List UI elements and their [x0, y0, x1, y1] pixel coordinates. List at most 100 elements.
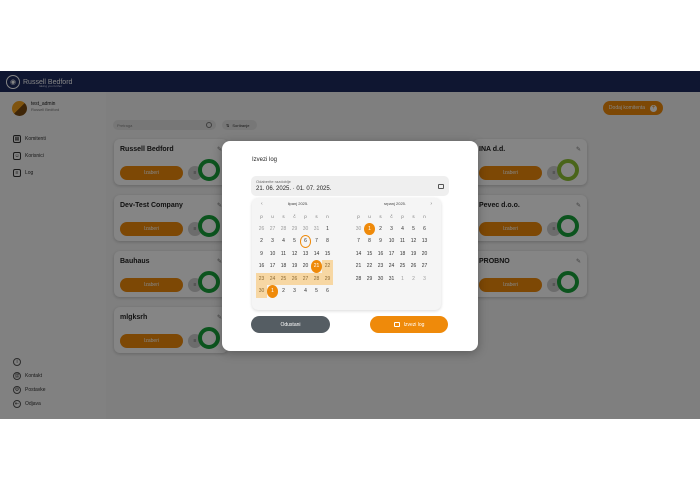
day-cell[interactable]: 20	[419, 248, 430, 261]
day-cell[interactable]: 4	[278, 235, 289, 248]
weekday-label: s	[315, 213, 318, 219]
day-cell[interactable]: 26	[408, 260, 419, 273]
weekday-label: p	[357, 213, 360, 219]
day-cell[interactable]: 30	[353, 223, 364, 236]
date-range-label: Odaberite razdoblje	[256, 179, 291, 184]
day-cell[interactable]: 4	[397, 223, 408, 236]
day-cell[interactable]: 3	[289, 285, 300, 298]
day-cell[interactable]: 3	[419, 273, 430, 286]
day-cell[interactable]: 7	[353, 235, 364, 248]
day-cell-in-range[interactable]: 22	[322, 260, 333, 273]
day-cell[interactable]: 10	[267, 248, 278, 261]
day-cell[interactable]: 14	[353, 248, 364, 261]
day-cell-in-range[interactable]: 26	[289, 272, 300, 285]
day-cell[interactable]: 6	[322, 285, 333, 298]
day-cell[interactable]: 7	[311, 235, 322, 248]
month-july: srpanj 2025. › p u s č p s n 30 1 2 3 4 …	[353, 198, 437, 285]
day-cell[interactable]: 12	[289, 248, 300, 261]
weekday-label: č	[390, 213, 393, 219]
day-cell[interactable]: 17	[267, 260, 278, 273]
day-cell[interactable]: 19	[408, 248, 419, 261]
chevron-right-icon[interactable]: ›	[430, 198, 432, 210]
export-log-modal: Izvezi log Odaberite razdoblje 21. 06. 2…	[222, 141, 478, 351]
day-cell[interactable]: 3	[267, 235, 278, 248]
day-cell[interactable]: 5	[289, 235, 300, 248]
day-cell-in-range[interactable]: 23	[256, 272, 267, 285]
day-cell[interactable]: 2	[375, 223, 386, 236]
day-cell[interactable]: 9	[256, 248, 267, 261]
modal-title: Izvezi log	[252, 157, 278, 163]
weekday-label: p	[401, 213, 404, 219]
day-cell[interactable]: 17	[386, 248, 397, 261]
day-cell[interactable]: 5	[311, 285, 322, 298]
calendar-grid: p u s č p s n 26 27 28 29 30 31 1 2 3 4 …	[256, 210, 340, 298]
day-cell[interactable]: 26	[256, 223, 267, 236]
day-cell[interactable]: 18	[278, 260, 289, 273]
day-cell[interactable]: 4	[300, 285, 311, 298]
day-cell-in-range[interactable]: 25	[278, 272, 289, 285]
day-cell[interactable]: 15	[364, 248, 375, 261]
month-header: srpanj 2025. ›	[353, 198, 437, 210]
day-cell-in-range[interactable]: 28	[311, 272, 322, 285]
day-cell-range-start[interactable]: 21	[311, 260, 322, 273]
cancel-label: Odustani	[280, 321, 301, 328]
day-cell-in-range[interactable]: 27	[300, 272, 311, 285]
day-cell[interactable]: 1	[322, 223, 333, 236]
day-cell-range-end[interactable]: 1	[267, 285, 278, 298]
day-cell[interactable]: 9	[375, 235, 386, 248]
day-cell[interactable]: 16	[256, 260, 267, 273]
day-cell[interactable]: 31	[311, 223, 322, 236]
day-cell[interactable]: 30	[300, 223, 311, 236]
day-cell-range-end[interactable]: 1	[364, 222, 375, 235]
export-log-button[interactable]: Izvezi log	[370, 316, 448, 333]
day-cell-in-range[interactable]: 30	[256, 285, 267, 298]
day-cell[interactable]: 14	[311, 248, 322, 261]
day-cell[interactable]: 22	[364, 260, 375, 273]
day-cell[interactable]: 24	[386, 260, 397, 273]
day-cell[interactable]: 30	[375, 273, 386, 286]
day-cell[interactable]: 18	[397, 248, 408, 261]
day-cell[interactable]: 23	[375, 260, 386, 273]
day-cell[interactable]: 10	[386, 235, 397, 248]
day-cell[interactable]: 16	[375, 248, 386, 261]
day-cell[interactable]: 25	[397, 260, 408, 273]
weekday-label: s	[412, 213, 415, 219]
day-cell[interactable]: 13	[300, 248, 311, 261]
day-cell[interactable]: 6	[419, 223, 430, 236]
day-cell[interactable]: 29	[364, 273, 375, 286]
export-icon	[393, 322, 400, 327]
day-cell-today[interactable]: 6	[300, 235, 311, 248]
day-cell[interactable]: 19	[289, 260, 300, 273]
weekday-label: n	[423, 213, 426, 219]
calendar-icon[interactable]	[438, 184, 444, 189]
weekday-label: p	[304, 213, 307, 219]
day-cell[interactable]: 11	[397, 235, 408, 248]
day-cell-in-range[interactable]: 24	[267, 272, 278, 285]
day-cell[interactable]: 3	[386, 223, 397, 236]
day-cell[interactable]: 2	[408, 273, 419, 286]
day-cell[interactable]: 20	[300, 260, 311, 273]
cancel-button[interactable]: Odustani	[251, 316, 330, 333]
month-title: lipanj 2025.	[287, 201, 309, 206]
day-cell[interactable]: 29	[289, 223, 300, 236]
date-range-input[interactable]: Odaberite razdoblje 21. 06. 2025. · 01. …	[251, 176, 449, 196]
day-cell[interactable]: 2	[256, 235, 267, 248]
day-cell[interactable]: 1	[397, 273, 408, 286]
day-cell[interactable]: 11	[278, 248, 289, 261]
day-cell[interactable]: 31	[386, 273, 397, 286]
day-cell[interactable]: 28	[278, 223, 289, 236]
day-cell[interactable]: 21	[353, 260, 364, 273]
chevron-left-icon[interactable]: ‹	[261, 198, 263, 210]
day-cell[interactable]: 2	[278, 285, 289, 298]
day-cell[interactable]: 27	[267, 223, 278, 236]
day-cell[interactable]: 15	[322, 248, 333, 261]
day-cell[interactable]: 8	[364, 235, 375, 248]
day-cell[interactable]: 28	[353, 273, 364, 286]
day-cell[interactable]: 27	[419, 260, 430, 273]
weekday-label: u	[368, 213, 371, 219]
day-cell[interactable]: 12	[408, 235, 419, 248]
day-cell[interactable]: 13	[419, 235, 430, 248]
day-cell-in-range[interactable]: 29	[322, 272, 333, 285]
day-cell[interactable]: 8	[322, 235, 333, 248]
day-cell[interactable]: 5	[408, 223, 419, 236]
